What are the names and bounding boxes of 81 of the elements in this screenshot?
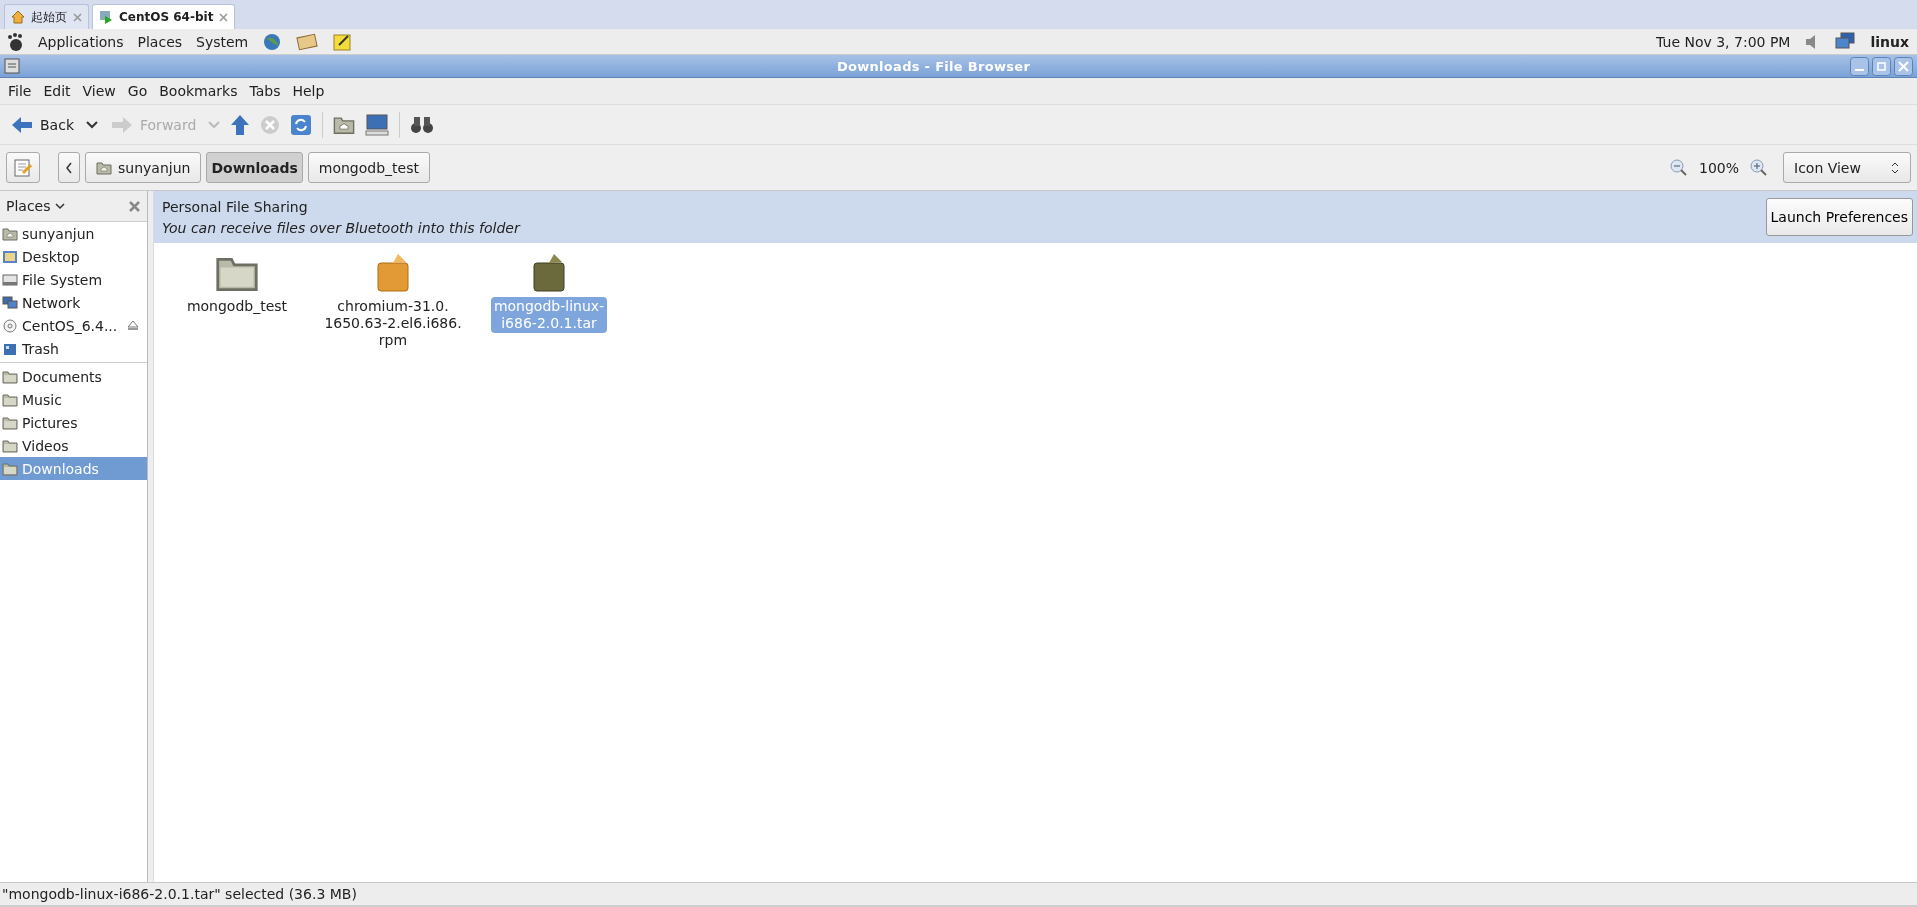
- window-title: Downloads - File Browser: [835, 58, 1032, 74]
- user-name[interactable]: linux: [1870, 33, 1909, 50]
- sidebar-item[interactable]: Music: [0, 388, 147, 411]
- close-icon[interactable]: [73, 12, 82, 22]
- panel-menu[interactable]: Places: [137, 33, 183, 50]
- edit-icon: [13, 157, 33, 178]
- close-button[interactable]: [1894, 56, 1913, 76]
- zoom-level: 100%: [1698, 159, 1739, 176]
- maximize-button[interactable]: [1872, 56, 1891, 76]
- folder-icon: [2, 461, 18, 476]
- vm-icon: [99, 10, 113, 24]
- drive-icon: [2, 272, 18, 287]
- sidebar-item[interactable]: Network: [0, 291, 147, 314]
- path-button[interactable]: mongodb_test: [307, 152, 430, 183]
- sidebar-item[interactable]: Videos: [0, 434, 147, 457]
- path-button[interactable]: sunyanjun: [85, 152, 202, 183]
- info-message: You can receive files over Bluetooth into this folder: [162, 219, 522, 236]
- folder-icon: [2, 415, 18, 430]
- menu-item[interactable]: Go: [127, 83, 148, 99]
- close-icon[interactable]: [128, 199, 141, 213]
- panel-menu[interactable]: Applications: [38, 33, 124, 50]
- menu-item[interactable]: Help: [292, 83, 325, 99]
- window-menu-icon[interactable]: [4, 58, 20, 74]
- network-icon[interactable]: [1834, 31, 1857, 52]
- folder-icon: [2, 438, 18, 453]
- file-name[interactable]: chromium-31.0. 1650.63-2.el6.i686. rpm: [321, 297, 465, 350]
- notepad-icon[interactable]: [332, 31, 353, 52]
- clock[interactable]: Tue Nov 3, 7:00 PM: [1656, 33, 1791, 50]
- menu-item[interactable]: Bookmarks: [159, 83, 238, 99]
- sidebar-item[interactable]: CentOS_6.4...: [0, 314, 147, 337]
- sidebar-item[interactable]: Desktop: [0, 245, 147, 268]
- home-folder-icon: [96, 160, 112, 175]
- status-text: "mongodb-linux-i686-2.0.1.tar" selected (36.3 MB): [2, 886, 357, 902]
- updown-icon: [1890, 160, 1900, 175]
- binoculars-icon[interactable]: [410, 114, 435, 135]
- file-name[interactable]: mongodb_test: [183, 297, 291, 316]
- back-arrow-icon: [10, 114, 34, 135]
- scroll-left-button[interactable]: [58, 152, 80, 183]
- computer-icon[interactable]: [365, 113, 390, 136]
- browser-tab[interactable]: CentOS 64-bit: [92, 4, 236, 29]
- sidebar-item[interactable]: Documents: [0, 365, 147, 388]
- reload-icon[interactable]: [290, 113, 313, 136]
- globe-icon[interactable]: [262, 31, 283, 52]
- caret-icon[interactable]: [54, 202, 65, 210]
- eject-icon[interactable]: [127, 320, 139, 331]
- menu-item[interactable]: Tabs: [249, 83, 281, 99]
- browser-tab[interactable]: 起始页: [4, 4, 89, 29]
- menu-item[interactable]: File: [8, 83, 32, 99]
- home-folder-icon: [2, 226, 18, 241]
- sidebar-item[interactable]: Trash: [0, 337, 147, 360]
- menu-item[interactable]: View: [82, 83, 116, 99]
- folder-icon: [2, 392, 18, 407]
- home-folder-icon[interactable]: [333, 114, 356, 135]
- zoom-in-icon[interactable]: [1750, 158, 1768, 177]
- menu-item[interactable]: Edit: [43, 83, 71, 99]
- package-icon: [531, 253, 567, 293]
- back-button[interactable]: Back: [8, 112, 76, 137]
- sidebar-title[interactable]: Places: [6, 198, 51, 214]
- up-arrow-icon[interactable]: [230, 113, 251, 136]
- path-button[interactable]: Downloads: [206, 152, 303, 183]
- info-title: Personal File Sharing: [162, 198, 309, 215]
- sidebar-item[interactable]: Pictures: [0, 411, 147, 434]
- desktop-icon: [2, 249, 18, 264]
- edit-location-button[interactable]: [6, 152, 40, 183]
- foot-icon[interactable]: [6, 31, 24, 52]
- trash-icon: [2, 341, 18, 356]
- zoom-out-icon[interactable]: [1669, 158, 1688, 177]
- forward-arrow-icon: [110, 114, 134, 135]
- panel-menu[interactable]: System: [196, 33, 249, 50]
- package-icon: [375, 253, 411, 293]
- dropdown-icon[interactable]: [86, 119, 98, 130]
- launch-preferences-button[interactable]: Launch Preferences: [1765, 198, 1913, 236]
- home-icon: [11, 10, 25, 24]
- view-dropdown[interactable]: Icon View: [1783, 152, 1911, 183]
- network-icon: [2, 295, 18, 310]
- folder-icon: [2, 369, 18, 384]
- minimize-button[interactable]: [1850, 56, 1869, 76]
- sidebar-item[interactable]: sunyanjun: [0, 222, 147, 245]
- chevron-left-icon: [65, 161, 73, 174]
- sidebar-item[interactable]: File System: [0, 268, 147, 291]
- close-icon[interactable]: [219, 12, 229, 22]
